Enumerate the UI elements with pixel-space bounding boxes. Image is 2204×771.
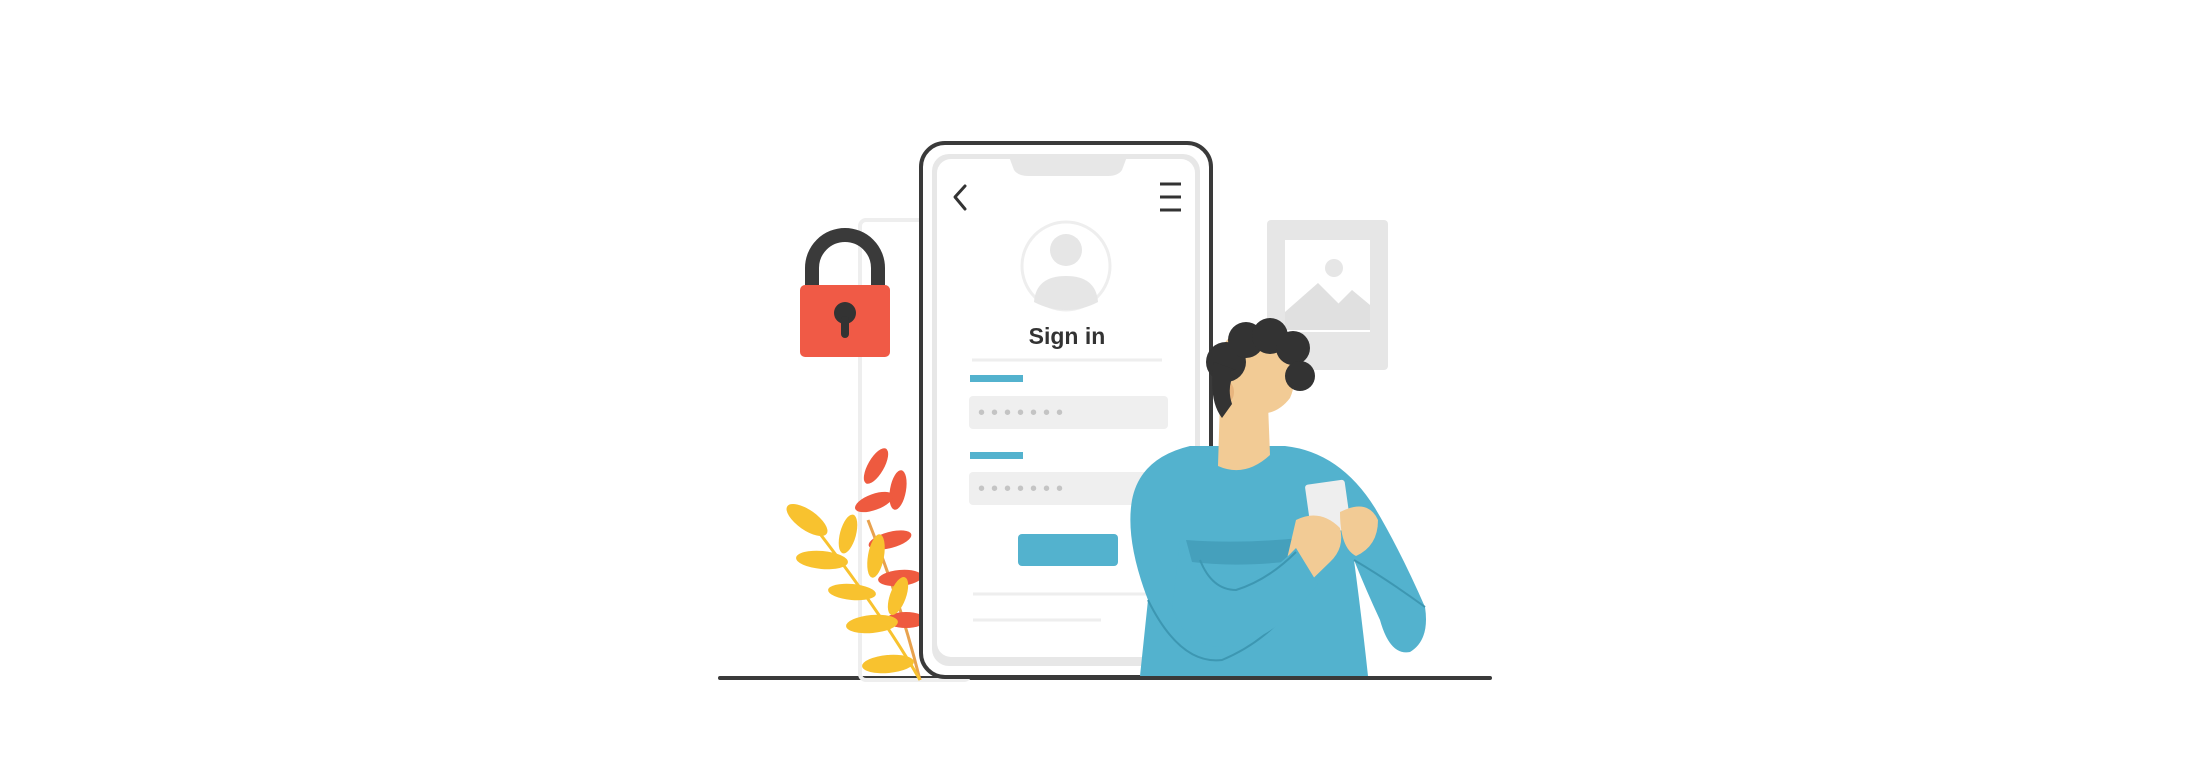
field-label-2 [970,452,1023,459]
avatar-icon [1020,220,1112,312]
password-input-mask: ••••••• [978,478,1069,500]
plant-leaves [786,448,926,681]
signin-title: Sign in [1029,323,1106,349]
signin-button[interactable] [1018,534,1118,566]
field-label-1 [970,375,1023,382]
login-illustration: Sign in ••••••• ••••••• [718,141,1492,682]
phone-notch [1008,154,1128,176]
username-input-mask: ••••••• [978,402,1069,424]
padlock-icon [800,228,890,357]
